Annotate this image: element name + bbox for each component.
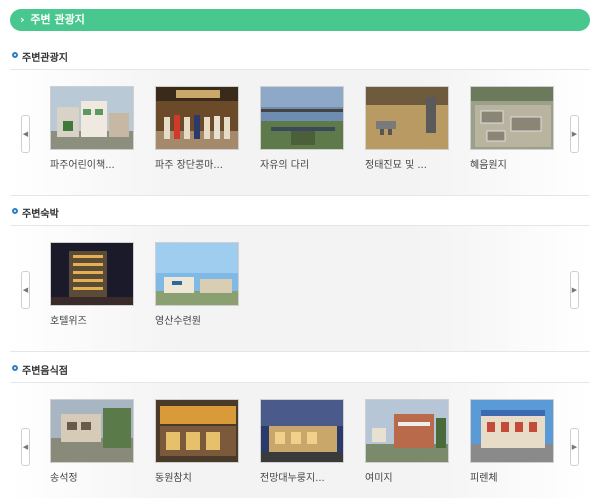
- section-title: 주변숙박: [22, 209, 59, 220]
- thumbnail-image[interactable]: [155, 399, 239, 463]
- bullet-icon: [12, 365, 18, 371]
- carousel-next-button[interactable]: ▶: [570, 428, 579, 466]
- item-label[interactable]: 피렌체: [470, 469, 554, 484]
- thumbnail-image[interactable]: [365, 86, 449, 150]
- item-label[interactable]: 혜음원지: [470, 156, 554, 171]
- carousel-prev-button[interactable]: ◀: [21, 115, 30, 153]
- list-item[interactable]: 여미지: [365, 399, 449, 484]
- list-item[interactable]: 자유의 다리: [260, 86, 344, 171]
- list-item[interactable]: 피렌체: [470, 399, 554, 484]
- item-label[interactable]: 전망대누룽지...: [260, 469, 344, 484]
- carousel-next-button[interactable]: ▶: [570, 115, 579, 153]
- chevron-left-icon: ◀: [22, 130, 29, 138]
- list-item[interactable]: 정태진묘 및 ...: [365, 86, 449, 171]
- thumbnail-image[interactable]: [50, 86, 134, 150]
- section-nearby-attractions: 주변관광지 ◀ 파주어린이책... 파주 장단콩마... 자유의 다리 정태진묘…: [10, 44, 590, 196]
- carousel-prev-button[interactable]: ◀: [21, 271, 30, 309]
- item-label[interactable]: 자유의 다리: [260, 156, 344, 171]
- item-label[interactable]: 파주 장단콩마...: [155, 156, 239, 171]
- item-label[interactable]: 호텔위즈: [50, 312, 134, 327]
- chevron-left-icon: ◀: [22, 443, 29, 451]
- section-title: 주변관광지: [22, 53, 68, 64]
- list-item[interactable]: 전망대누룽지...: [260, 399, 344, 484]
- item-label[interactable]: 영산수련원: [155, 312, 239, 327]
- restaurants-carousel: ◀ 송석정 동원참치 전망대누룽지... 여미지 피렌체 ▶: [10, 383, 590, 498]
- list-item[interactable]: 영산수련원: [155, 242, 239, 327]
- item-label[interactable]: 여미지: [365, 469, 449, 484]
- thumbnail-image[interactable]: [155, 86, 239, 150]
- list-item[interactable]: 동원참치: [155, 399, 239, 484]
- thumbnail-image[interactable]: [260, 86, 344, 150]
- lodging-carousel: ◀ 호텔위즈 영산수련원 ▶: [10, 226, 590, 352]
- chevron-right-icon: ▶: [571, 443, 578, 451]
- thumbnail-image[interactable]: [50, 242, 134, 306]
- attractions-carousel: ◀ 파주어린이책... 파주 장단콩마... 자유의 다리 정태진묘 및 ...…: [10, 70, 590, 196]
- carousel-next-button[interactable]: ▶: [570, 271, 579, 309]
- bullet-icon: [12, 208, 18, 214]
- thumbnail-image[interactable]: [260, 399, 344, 463]
- list-item[interactable]: 파주어린이책...: [50, 86, 134, 171]
- section-nearby-restaurants: 주변음식점 ◀ 송석정 동원참치 전망대누룽지... 여미지 피렌체 ▶: [10, 357, 590, 498]
- bullet-icon: [12, 52, 18, 58]
- item-label[interactable]: 송석정: [50, 469, 134, 484]
- list-item[interactable]: 혜음원지: [470, 86, 554, 171]
- list-item[interactable]: 파주 장단콩마...: [155, 86, 239, 171]
- chevron-left-icon: ◀: [22, 286, 29, 294]
- thumbnail-image[interactable]: [50, 399, 134, 463]
- page-title-bar: › 주변 관광지: [10, 9, 590, 31]
- section-nearby-lodging: 주변숙박 ◀ 호텔위즈 영산수련원 ▶: [10, 200, 590, 352]
- chevron-right-icon: ▶: [571, 130, 578, 138]
- chevron-right-icon: ▶: [571, 286, 578, 294]
- thumbnail-image[interactable]: [365, 399, 449, 463]
- list-item[interactable]: 호텔위즈: [50, 242, 134, 327]
- carousel-prev-button[interactable]: ◀: [21, 428, 30, 466]
- item-label[interactable]: 파주어린이책...: [50, 156, 134, 171]
- list-item[interactable]: 송석정: [50, 399, 134, 484]
- item-label[interactable]: 정태진묘 및 ...: [365, 156, 449, 171]
- thumbnail-image[interactable]: [155, 242, 239, 306]
- page-title: 주변 관광지: [30, 13, 85, 26]
- item-label[interactable]: 동원참치: [155, 469, 239, 484]
- thumbnail-image[interactable]: [470, 399, 554, 463]
- thumbnail-image[interactable]: [470, 86, 554, 150]
- section-title: 주변음식점: [22, 366, 68, 377]
